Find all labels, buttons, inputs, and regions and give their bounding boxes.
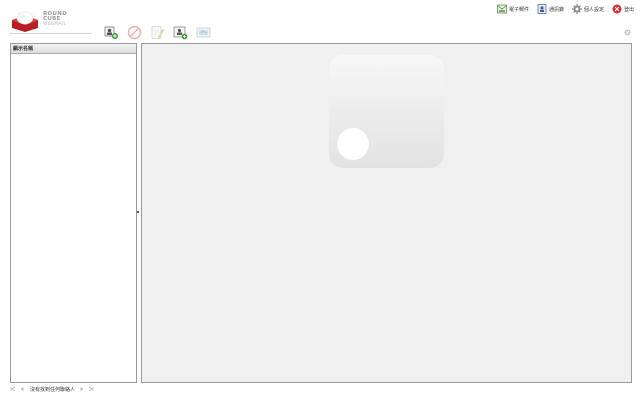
address-toolbar [104,24,219,40]
contact-list-panel: 顯示名稱 [10,43,137,383]
compose-icon[interactable] [150,25,165,40]
nav-logout-label: 登出 [623,6,634,13]
nav-mail[interactable]: 電子郵件 [497,4,529,14]
delete-icon[interactable] [127,25,142,40]
quick-search [538,28,632,38]
splitter-handle[interactable] [137,211,139,213]
address-book-icon [537,4,547,14]
logout-icon [612,4,622,14]
logo-text: ROUND CUBE WEBMAIL [43,11,67,27]
search-reset-icon[interactable] [624,29,631,36]
next-page-icon[interactable] [79,386,85,392]
logo-line-webmail: WEBMAIL [43,22,67,27]
nav-address-book-label: 通訊錄 [548,6,564,13]
export-icon[interactable] [196,25,211,40]
nav-logout[interactable]: 登出 [612,4,634,14]
logo-divider [10,33,92,34]
last-page-icon[interactable] [88,386,94,392]
nav-settings[interactable]: 個人設定 [571,4,604,14]
nav-mail-label: 電子郵件 [508,6,529,13]
first-page-icon[interactable] [10,386,16,392]
nav-settings-label: 個人設定 [583,6,604,13]
record-count: 沒有找到任何聯絡人 [30,386,76,393]
roundcube-logo: ROUND CUBE WEBMAIL [10,10,98,34]
mail-icon [497,4,507,14]
search-input[interactable] [538,28,624,36]
add-contact-icon[interactable] [104,25,119,40]
roundcube-watermark-icon [329,55,444,168]
previous-page-icon[interactable] [19,386,25,392]
list-footer: 沒有找到任何聯絡人 [10,384,97,394]
settings-icon [571,4,582,14]
top-navigation: 電子郵件 通訊錄 個人設定 登出 [489,3,634,15]
roundcube-cube-icon [12,11,38,32]
contact-list-header[interactable]: 顯示名稱 [11,44,136,54]
import-icon[interactable] [173,25,188,40]
nav-address-book[interactable]: 通訊錄 [537,4,564,14]
contact-detail-frame [141,43,632,383]
